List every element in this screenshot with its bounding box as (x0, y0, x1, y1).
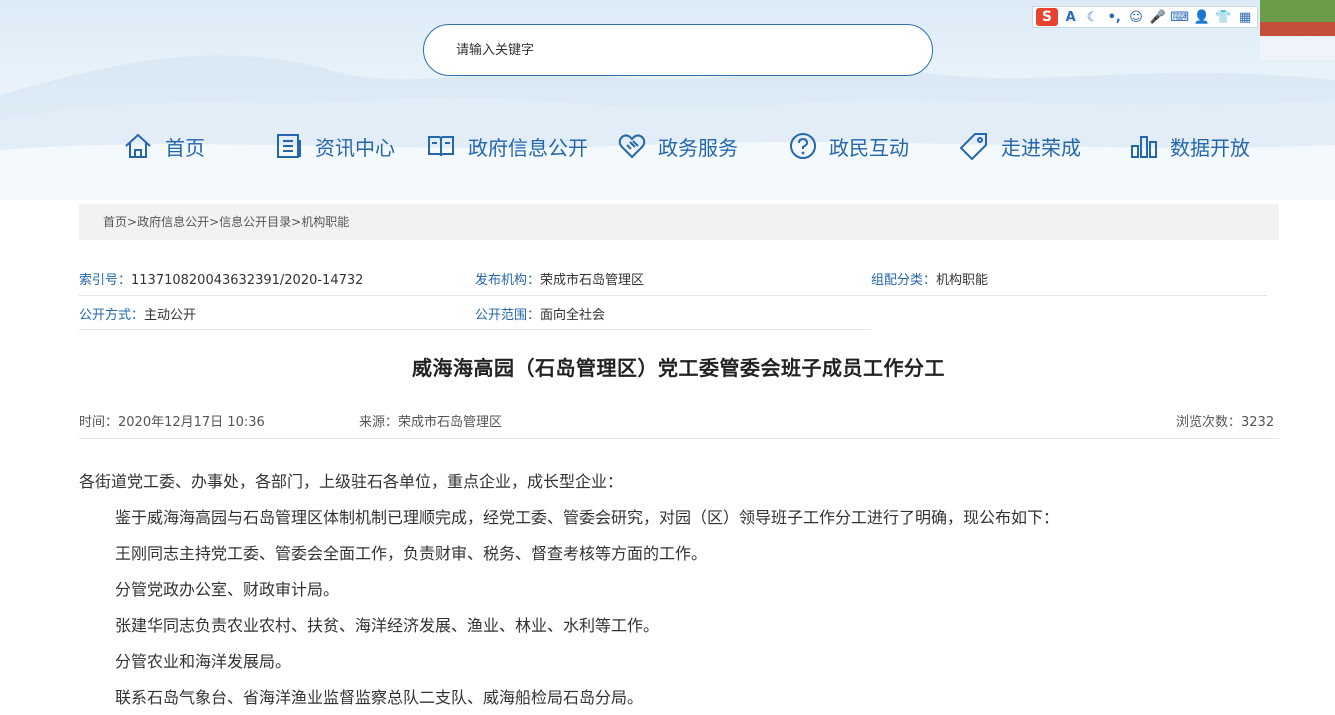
meta-scope: 公开范围：面向全社会 (475, 304, 605, 323)
nav-home[interactable]: 首页 (123, 126, 205, 166)
nav-gov-info[interactable]: 政府信息公开 (426, 126, 588, 166)
nav-services-label: 政务服务 (658, 135, 738, 160)
home-icon (125, 133, 151, 158)
article-paragraph: 联系石岛气象台、省海洋渔业监督监察总队二支队、威海船检局石岛分局。 (115, 688, 644, 707)
article-divider (79, 438, 1279, 439)
article-paragraph: 鉴于威海海高园与石岛管理区体制机制已理顺完成，经党工委、管委会研究，对园（区）领… (115, 508, 1060, 527)
handshake-icon (618, 134, 646, 159)
meta-scope-value: 面向全社会 (540, 308, 606, 323)
meta-category-key: 组配分类： (871, 273, 937, 288)
meta-divider (79, 295, 1267, 296)
article-paragraph: 王刚同志主持党工委、管委会全面工作，负责财审、税务、督查考核等方面的工作。 (115, 544, 708, 563)
meta-index-key: 索引号： (79, 273, 132, 288)
main-nav: 首页 资讯中心 政府信息公开 政务服务 政民互动 走进荣成 数据开放 (0, 126, 1335, 166)
article-paragraph: 分管农业和海洋发展局。 (115, 652, 292, 671)
meta-publisher-value: 荣成市石岛管理区 (540, 273, 645, 288)
question-icon (790, 133, 816, 159)
nav-about-label: 走进荣成 (1001, 135, 1081, 160)
nav-news-label: 资讯中心 (315, 135, 395, 160)
breadcrumb-catalog[interactable]: 信息公开目录 (219, 215, 291, 229)
nav-gov-info-label: 政府信息公开 (468, 135, 588, 160)
article-source: 来源：荣成市石岛管理区 (359, 415, 503, 430)
breadcrumb-current[interactable]: 机构职能 (301, 215, 349, 229)
article-paragraph: 各街道党工委、办事处，各部门，上级驻石各单位，重点企业，成长型企业： (79, 472, 624, 491)
breadcrumb-sep: > (209, 215, 220, 229)
breadcrumb-gov-info[interactable]: 政府信息公开 (137, 215, 209, 229)
nav-open-data[interactable]: 数据开放 (1130, 126, 1250, 166)
keyboard-icon[interactable]: ⌨ (1170, 8, 1189, 26)
breadcrumb-sep: > (127, 215, 138, 229)
meta-method: 公开方式：主动公开 (79, 304, 196, 323)
sogou-logo-icon[interactable]: S (1036, 8, 1058, 26)
meta-publisher: 发布机构：荣成市石岛管理区 (475, 269, 644, 288)
nav-news[interactable]: 资讯中心 (275, 126, 395, 166)
article-paragraph: 分管党政办公室、财政审计局。 (115, 580, 340, 599)
breadcrumb: 首页>政府信息公开>信息公开目录>机构职能 (79, 204, 1279, 240)
nav-interaction-label: 政民互动 (829, 135, 909, 160)
meta-category: 组配分类：机构职能 (871, 269, 988, 288)
article-title: 威海海高园（石岛管理区）党工委管委会班子成员工作分工 (412, 356, 945, 380)
nav-home-label: 首页 (165, 135, 205, 160)
nav-about[interactable]: 走进荣成 (959, 126, 1081, 166)
search-box (423, 24, 933, 76)
breadcrumb-sep: > (291, 215, 302, 229)
microphone-icon[interactable]: 🎤 (1149, 8, 1167, 26)
user-icon[interactable]: 👤 (1193, 8, 1211, 26)
article-views: 浏览次数：3232 (1176, 415, 1275, 430)
meta-index-value: 113710820043632391/2020-14732 (131, 273, 364, 288)
ime-toolbar: S A ☾ •, ☺ 🎤 ⌨ 👤 👕 ▦ (1032, 6, 1258, 28)
meta-publisher-key: 发布机构： (475, 273, 541, 288)
news-icon (277, 134, 301, 158)
article-paragraph: 张建华同志负责农业农村、扶贫、海洋经济发展、渔业、林业、水利等工作。 (115, 616, 660, 635)
skin-icon[interactable]: 👕 (1214, 8, 1232, 26)
emoji-icon[interactable]: ☺ (1127, 8, 1145, 26)
meta-method-key: 公开方式： (79, 308, 145, 323)
bar-chart-icon (1131, 136, 1157, 158)
punctuation-icon[interactable]: •, (1105, 8, 1123, 26)
nav-interaction[interactable]: 政民互动 (789, 126, 909, 166)
search-input[interactable] (454, 41, 898, 59)
tag-icon (959, 133, 987, 160)
meta-scope-key: 公开范围： (475, 308, 541, 323)
breadcrumb-home[interactable]: 首页 (103, 215, 127, 229)
nav-open-data-label: 数据开放 (1170, 135, 1250, 160)
moon-icon[interactable]: ☾ (1084, 8, 1102, 26)
meta-method-value: 主动公开 (144, 308, 197, 323)
decorative-flower-corner (1260, 0, 1335, 60)
meta-index: 索引号：113710820043632391/2020-14732 (79, 269, 363, 288)
meta-divider (79, 329, 871, 330)
font-icon[interactable]: A (1062, 8, 1080, 26)
article-time: 时间：2020年12月17日 10:36 (79, 415, 265, 430)
grid-icon[interactable]: ▦ (1236, 8, 1254, 26)
nav-services[interactable]: 政务服务 (618, 126, 738, 166)
meta-category-value: 机构职能 (936, 273, 989, 288)
book-icon (428, 136, 454, 157)
